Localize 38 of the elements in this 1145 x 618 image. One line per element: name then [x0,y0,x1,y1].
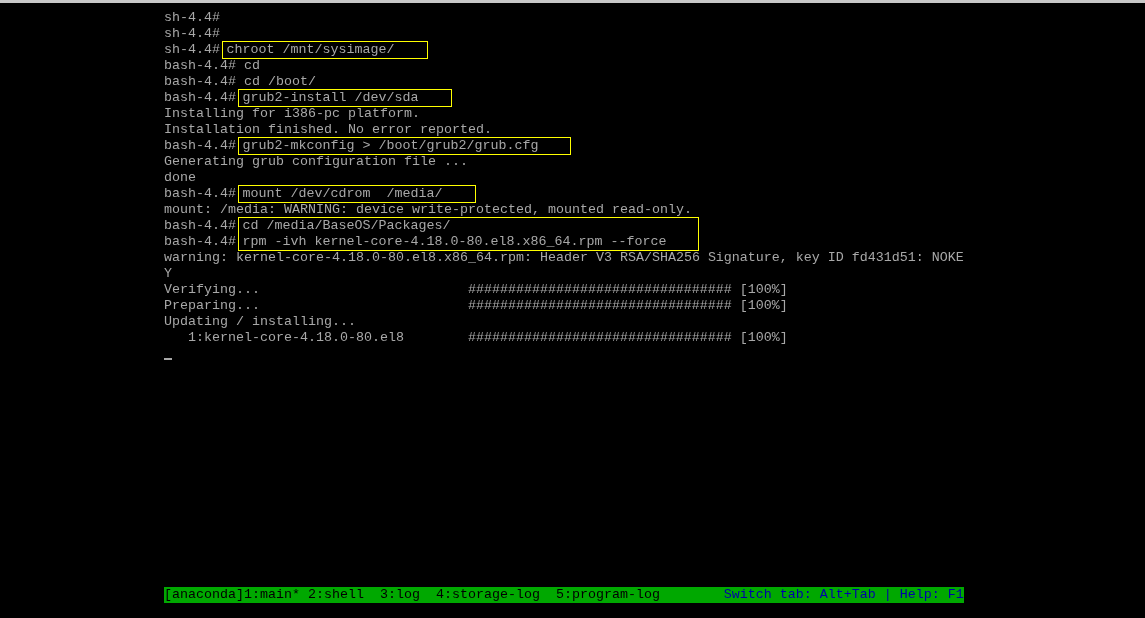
output-text: Installing for i386-pc platform. [164,106,420,122]
output-text: Generating grub configuration file ... [164,154,468,170]
command-text: chroot /mnt/sysimage/ [226,42,395,58]
command-text: grub2-mkconfig > /boot/grub2/grub.cfg [242,138,539,154]
progress-label: 1:kernel-core-4.18.0-80.el8 [187,330,405,346]
command-text: cd /boot/ [243,74,316,90]
shell-prompt: bash-4.4# [164,74,236,90]
command-text: grub2-install /dev/sda [242,90,419,106]
output-text: warning: kernel-core-4.18.0-80.el8.x86_64.rpm: Header V3 RSA/SHA256 Signature, key ID fd431d51: NOKE [164,250,964,266]
command-text: cd /media/BaseOS/Packages/ [242,218,452,234]
shell-prompt: sh-4.4# [164,10,220,26]
shell-prompt: bash-4.4# [164,234,236,250]
output-text: Updating / installing... [164,314,356,330]
hash-marks-text: ################################# [467,330,732,346]
shell-prompt: sh-4.4# [164,42,220,58]
progress-label: Verifying... [164,282,261,298]
command-text: mount /dev/cdrom /media/ [242,186,443,202]
output-text: done [164,170,196,186]
help-hint: Switch tab: Alt+Tab | Help: F1 [723,587,964,603]
shell-prompt: bash-4.4# [164,90,236,106]
shell-prompt: bash-4.4# [164,218,236,234]
shell-prompt: sh-4.4# [164,26,220,42]
output-text: mount: /media: WARNING: device write-protected, mounted read-only. [164,202,692,218]
output-text: Y [164,266,172,282]
command-text: cd [243,58,260,74]
hash-marks-text: ################################# [467,282,732,298]
output-text: Installation finished. No error reported. [164,122,492,138]
hash-marks-text: ################################# [467,298,732,314]
shell-prompt: bash-4.4# [164,138,236,154]
window-list: [anaconda]1:main* 2:shell 3:log 4:storage-log 5:program-log [164,587,660,603]
text-cursor [164,358,172,360]
progress-percent: [100%] [739,330,788,346]
progress-percent: [100%] [739,298,788,314]
shell-prompt: bash-4.4# [164,58,236,74]
command-text: rpm -ivh kernel-core-4.18.0-80.el8.x86_64.rpm --force [242,234,667,250]
progress-label: Preparing... [164,298,261,314]
progress-percent: [100%] [739,282,788,298]
shell-prompt: bash-4.4# [164,186,236,202]
